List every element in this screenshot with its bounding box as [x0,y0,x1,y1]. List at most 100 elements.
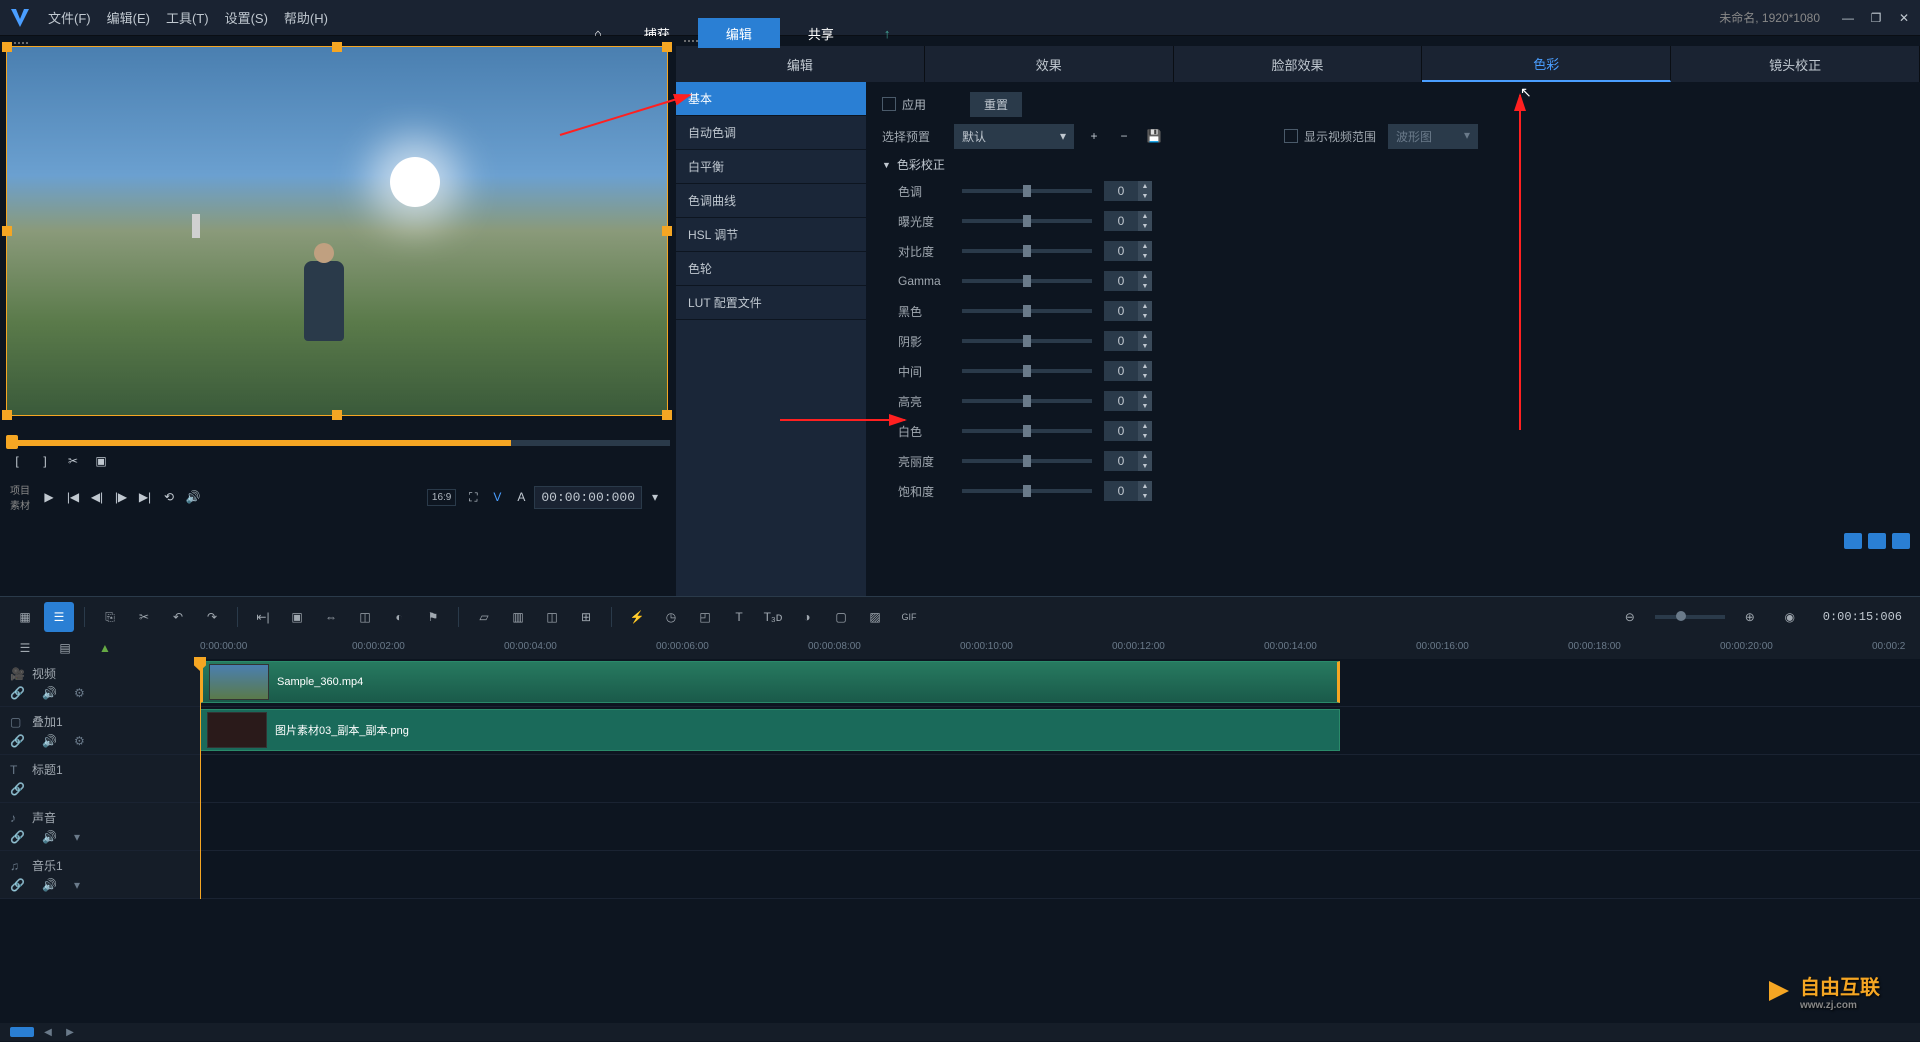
panel-layout-icon[interactable] [1868,533,1886,549]
slider-thumb[interactable] [1023,305,1031,317]
rp-tab-lens[interactable]: 镜头校正 [1671,46,1920,82]
snapshot-icon[interactable]: ▣ [90,450,112,472]
text3d-icon[interactable]: T₃ᴅ [758,602,788,632]
track-control-icon[interactable]: 🔊 [42,878,56,892]
copy-icon[interactable]: ⎘ [95,602,125,632]
scroll-right-icon[interactable]: ▶ [62,1026,78,1038]
slider-thumb[interactable] [1023,215,1031,227]
mode-tab-edit[interactable]: 编辑 [698,18,780,48]
menu-tools[interactable]: 工具(T) [166,8,209,27]
panel-layout-icon[interactable] [1892,533,1910,549]
spin-up-icon[interactable]: ▲ [1138,181,1152,191]
side-item-hsl[interactable]: HSL 调节 [676,218,866,252]
spin-up-icon[interactable]: ▲ [1138,421,1152,431]
show-range-checkbox[interactable] [1284,129,1298,143]
preview-frame[interactable] [6,46,668,416]
spin-down-icon[interactable]: ▼ [1138,491,1152,501]
menu-settings[interactable]: 设置(S) [225,8,268,27]
crop-icon[interactable]: ◰ [690,602,720,632]
aspect-ratio[interactable]: 16:9 [427,489,456,506]
slider-value[interactable]: 0 [1104,331,1138,351]
timeline-view-icon[interactable]: ☰ [44,602,74,632]
slider-thumb[interactable] [1023,455,1031,467]
spin-down-icon[interactable]: ▼ [1138,251,1152,261]
slip-icon[interactable]: ⇔ [316,602,346,632]
slider-thumb[interactable] [1023,365,1031,377]
save-preset-icon[interactable]: 💾 [1144,126,1164,146]
resize-handle[interactable] [332,410,342,420]
side-item-color-wheel[interactable]: 色轮 [676,252,866,286]
slider-track[interactable] [962,249,1092,253]
resize-handle[interactable] [332,42,342,52]
spin-up-icon[interactable]: ▲ [1138,451,1152,461]
side-item-lut[interactable]: LUT 配置文件 [676,286,866,320]
rp-tab-effects[interactable]: 效果 [925,46,1174,82]
track-control-icon[interactable]: ▾ [74,830,88,844]
spin-down-icon[interactable]: ▼ [1138,401,1152,411]
track-body[interactable] [200,755,1920,802]
slider-value[interactable]: 0 [1104,211,1138,231]
project-label[interactable]: 项目 [10,482,30,497]
spin-up-icon[interactable]: ▲ [1138,391,1152,401]
material-label[interactable]: 素材 [10,497,30,512]
slider-track[interactable] [962,399,1092,403]
track-control-icon[interactable]: 🔗 [10,686,24,700]
menu-file[interactable]: 文件(F) [48,8,91,27]
slider-thumb[interactable] [1023,245,1031,257]
track-control-icon[interactable]: 🔗 [10,830,24,844]
mode-tab-share[interactable]: 共享 [780,18,862,48]
waveform-dropdown[interactable]: 波形图▾ [1388,124,1478,149]
menu-edit[interactable]: 编辑(E) [107,8,150,27]
slider-track[interactable] [962,369,1092,373]
text-icon[interactable]: T [724,602,754,632]
track-control-icon[interactable]: 🔊 [42,830,56,844]
clip[interactable]: Sample_360.mp4 [200,661,1340,703]
clip[interactable]: 图片素材03_副本_副本.png [200,709,1340,751]
track-control-icon[interactable]: ▾ [74,878,88,892]
side-item-tone-curve[interactable]: 色调曲线 [676,184,866,218]
slider-value[interactable]: 0 [1104,451,1138,471]
zoom-in-icon[interactable]: ⊕ [1735,602,1765,632]
scroll-left-icon[interactable]: ◀ [40,1026,56,1038]
slider-thumb[interactable] [1023,485,1031,497]
play-icon[interactable]: ▶ [38,486,60,508]
spin-down-icon[interactable]: ▼ [1138,341,1152,351]
slider-value[interactable]: 0 [1104,481,1138,501]
preset-dropdown[interactable]: 默认▾ [954,124,1074,149]
timecode[interactable]: 00:00:00:000 [534,486,642,509]
zoom-slider[interactable] [1655,615,1725,619]
cut-tool-icon[interactable]: ✂ [129,602,159,632]
go-start-icon[interactable]: |◀ [62,486,84,508]
rp-tab-face[interactable]: 脸部效果 [1174,46,1423,82]
volume-icon[interactable]: 🔊 [182,486,204,508]
close-icon[interactable]: ✕ [1896,10,1912,26]
scroll-zoom-icon[interactable] [10,1027,34,1037]
panel-layout-icon[interactable] [1844,533,1862,549]
v-label[interactable]: V [486,486,508,508]
speed-icon[interactable]: ◷ [656,602,686,632]
marker-icon[interactable]: ⚑ [418,602,448,632]
section-color-correction[interactable]: 色彩校正 [882,156,1904,173]
slider-value[interactable]: 0 [1104,271,1138,291]
expand-icon[interactable]: ⛶ [462,486,484,508]
spin-down-icon[interactable]: ▼ [1138,431,1152,441]
add-preset-icon[interactable]: + [1084,126,1104,146]
timeline-ruler[interactable]: ☰ ▤ ▲ 0:00:00:0000:00:02:0000:00:04:0000… [0,637,1920,659]
spin-down-icon[interactable]: ▼ [1138,461,1152,471]
slider-thumb[interactable] [1023,395,1031,407]
a-label[interactable]: A [510,486,532,508]
resize-handle[interactable] [662,410,672,420]
export-icon[interactable]: ↑ [862,18,905,48]
slider-thumb[interactable] [1023,425,1031,437]
spin-down-icon[interactable]: ▼ [1138,281,1152,291]
track-body[interactable]: 图片素材03_副本_副本.png [200,707,1920,754]
overwrite-icon[interactable]: ▣ [282,602,312,632]
transition-icon[interactable]: ▱ [469,602,499,632]
slider-value[interactable]: 0 [1104,361,1138,381]
slider-value[interactable]: 0 [1104,241,1138,261]
chroma-icon[interactable]: ▨ [860,602,890,632]
spin-down-icon[interactable]: ▼ [1138,371,1152,381]
resize-handle[interactable] [2,42,12,52]
slider-track[interactable] [962,279,1092,283]
zoom-out-icon[interactable]: ⊖ [1615,602,1645,632]
